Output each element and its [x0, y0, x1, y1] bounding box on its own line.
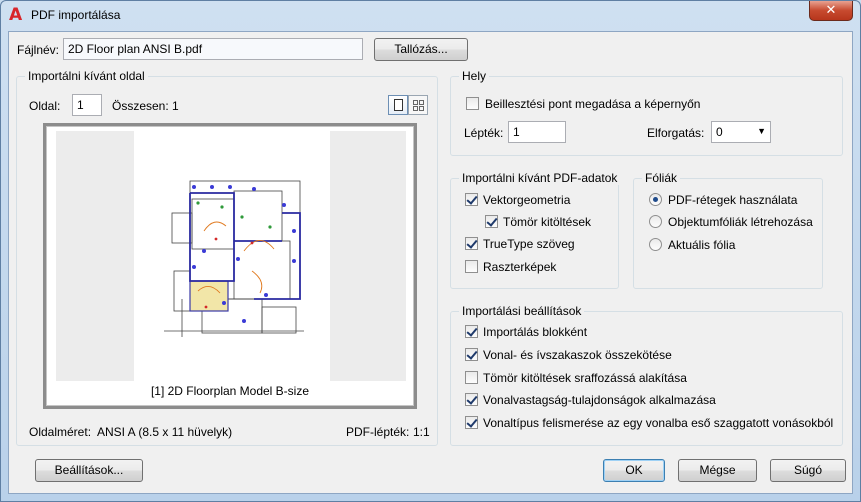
vector-geometry-label[interactable]: Vektorgeometria	[483, 193, 570, 207]
total-label: Összesen:	[112, 99, 169, 113]
cancel-button[interactable]: Mégse	[678, 459, 757, 482]
grid-cell	[419, 106, 424, 111]
dialog-body: Fájlnév: 2D Floor plan ANSI B.pdf Tallóz…	[8, 31, 853, 494]
total-value: 1	[172, 99, 179, 113]
grid-cell	[413, 106, 418, 111]
window-title: PDF importálása	[31, 8, 121, 22]
page-label: Oldal:	[29, 99, 61, 113]
scale-input[interactable]: 1	[508, 121, 566, 143]
truetype-text-label[interactable]: TrueType szöveg	[483, 237, 575, 251]
page-glyph	[394, 99, 403, 111]
current-layer-label[interactable]: Aktuális fólia	[668, 238, 735, 252]
location-group-title: Hely	[459, 69, 490, 83]
page-thumbnail-preview[interactable]: [1] 2D Floorplan Model B-size	[43, 123, 417, 409]
join-segments-label[interactable]: Vonal- és ívszakaszok összekötése	[483, 348, 672, 362]
grid-view-icon[interactable]	[408, 95, 428, 115]
page-size-label: Oldalméret:	[29, 425, 92, 439]
raster-images-label[interactable]: Raszterképek	[483, 260, 556, 274]
import-options-group-title: Importálási beállítások	[459, 304, 585, 318]
create-object-layers-radio[interactable]	[649, 215, 662, 228]
scale-label: Lépték:	[464, 126, 504, 140]
solid-fills-label[interactable]: Tömör kitöltések	[503, 215, 591, 229]
join-segments-checkbox[interactable]	[465, 348, 478, 361]
apply-lineweight-checkbox[interactable]	[465, 393, 478, 406]
chevron-down-icon: ▼	[757, 126, 766, 136]
use-pdf-layers-radio[interactable]	[649, 193, 662, 206]
use-pdf-layers-label[interactable]: PDF-rétegek használata	[668, 193, 797, 207]
ok-button[interactable]: OK	[603, 459, 665, 482]
specify-onscreen-checkbox[interactable]	[466, 97, 479, 110]
raster-images-checkbox[interactable]	[465, 260, 478, 273]
import-as-block-label[interactable]: Importálás blokként	[483, 325, 587, 339]
infer-linetypes-checkbox[interactable]	[465, 416, 478, 429]
location-group: Hely	[450, 69, 843, 156]
help-button[interactable]: Súgó	[770, 459, 846, 482]
pdf-data-group-title: Importálni kívánt PDF-adatok	[459, 171, 621, 185]
filename-field[interactable]: 2D Floor plan ANSI B.pdf	[63, 38, 363, 60]
truetype-text-checkbox[interactable]	[465, 237, 478, 250]
layers-group-title: Fóliák	[642, 171, 681, 185]
pdf-import-dialog: A PDF importálása ✕ Fájlnév: 2D Floor pl…	[0, 0, 861, 502]
filename-label: Fájlnév:	[17, 43, 60, 57]
import-as-block-checkbox[interactable]	[465, 325, 478, 338]
pdf-scale-value: 1:1	[413, 425, 430, 439]
thumbnail-caption: [1] 2D Floorplan Model B-size	[150, 384, 310, 398]
title-bar[interactable]: A PDF importálása ✕	[1, 1, 860, 31]
settings-button[interactable]: Beállítások...	[35, 459, 143, 482]
page-number-input[interactable]: 1	[72, 94, 102, 116]
rotation-label: Elforgatás:	[647, 126, 705, 140]
browse-button[interactable]: Tallózás...	[374, 38, 468, 61]
close-button[interactable]: ✕	[809, 1, 853, 21]
preview-canvas	[56, 131, 406, 381]
infer-linetypes-label[interactable]: Vonaltípus felismerése az egy vonalba es…	[483, 416, 833, 430]
page-group-title: Importálni kívánt oldal	[25, 69, 148, 83]
grid-cell	[413, 100, 418, 105]
rotation-select[interactable]: 0 ▼	[711, 121, 771, 143]
vector-geometry-checkbox[interactable]	[465, 193, 478, 206]
specify-onscreen-label[interactable]: Beillesztési pont megadása a képernyőn	[485, 97, 700, 111]
apply-lineweight-label[interactable]: Vonalvastagság-tulajdonságok alkalmazása	[483, 393, 716, 407]
pdf-page-sheet	[134, 131, 330, 381]
rotation-value: 0	[716, 125, 723, 139]
grid-cell	[419, 100, 424, 105]
solid-fills-checkbox[interactable]	[485, 215, 498, 228]
pdf-scale-label: PDF-lépték:	[346, 425, 410, 439]
floorplan-drawing-icon	[164, 180, 304, 337]
current-layer-radio[interactable]	[649, 238, 662, 251]
fills-to-hatches-checkbox[interactable]	[465, 371, 478, 384]
page-size-value: ANSI A (8.5 x 11 hüvelyk)	[97, 425, 233, 439]
fills-to-hatches-label[interactable]: Tömör kitöltések sraffozássá alakítása	[483, 371, 687, 385]
autocad-logo-icon: A	[9, 5, 23, 25]
single-page-view-icon[interactable]	[388, 95, 408, 115]
create-object-layers-label[interactable]: Objektumfóliák létrehozása	[668, 215, 813, 229]
